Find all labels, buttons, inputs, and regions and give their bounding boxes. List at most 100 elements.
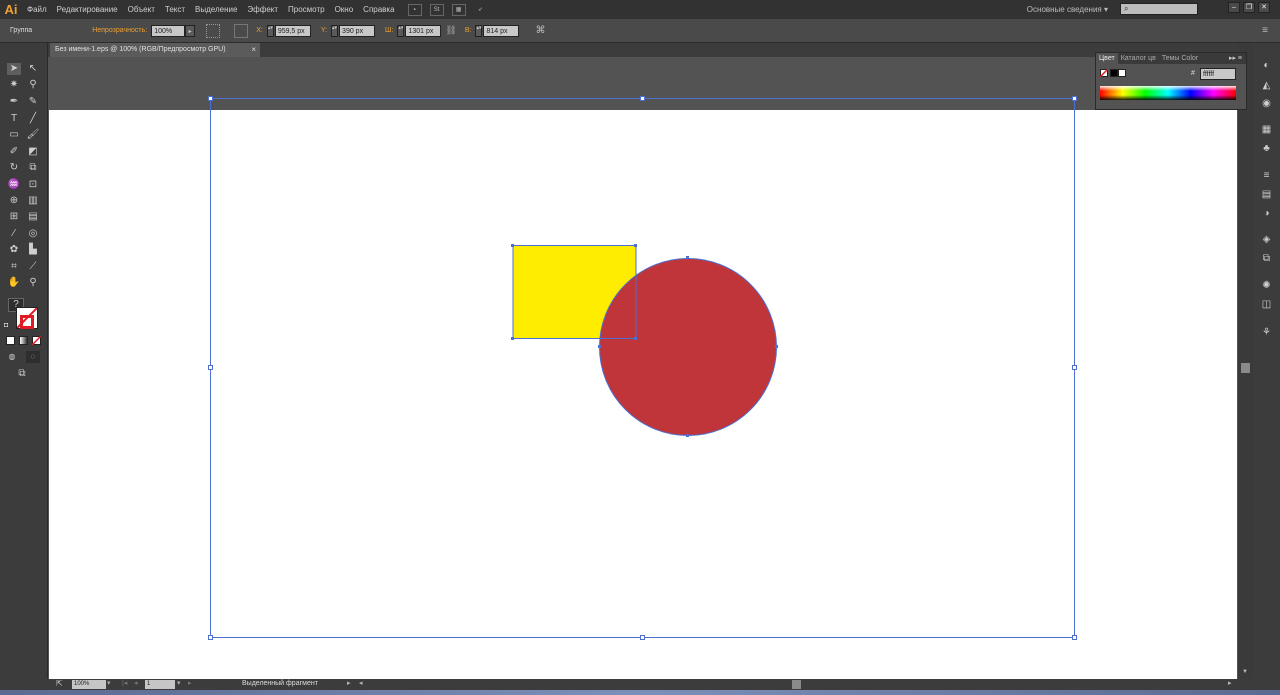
menu-effect[interactable]: Эффект <box>242 0 283 19</box>
pen-tool-icon[interactable]: ✒ <box>7 96 21 108</box>
artboards-icon[interactable]: ⧉ <box>1260 252 1273 265</box>
screen-mode-icon[interactable]: ⧉ <box>15 368 29 380</box>
align-icon[interactable] <box>234 23 249 38</box>
vertical-scroll-thumb[interactable] <box>1241 363 1250 373</box>
opacity-label[interactable]: Непрозрачность: <box>88 27 151 34</box>
y-stepper[interactable]: ▴▾ <box>331 24 339 37</box>
appearance-icon[interactable]: ✺ <box>1260 279 1273 292</box>
menu-edit[interactable]: Редактирование <box>52 0 123 19</box>
opacity-field[interactable]: 100% <box>151 24 186 37</box>
search-input[interactable]: ⌕ <box>1120 3 1198 15</box>
hex-field[interactable]: ffffff <box>1200 68 1236 80</box>
bridge-icon[interactable]: ▪ <box>407 3 422 16</box>
blend-tool-icon[interactable]: ◎ <box>26 228 40 240</box>
arrange-documents-icon[interactable]: ▦ <box>451 3 466 16</box>
color-panel-icon[interactable]: ◐ <box>1260 59 1273 72</box>
menu-window[interactable]: Окно <box>330 0 359 19</box>
none-mode-icon[interactable] <box>32 336 41 345</box>
recolor-artwork-icon[interactable]: ◉ <box>1260 97 1273 110</box>
default-colors-icon[interactable]: ◘ <box>4 322 8 329</box>
menu-view[interactable]: Просмотр <box>283 0 330 19</box>
artwork-layer[interactable] <box>48 57 1238 679</box>
perspective-grid-tool-icon[interactable]: ▥ <box>26 195 40 207</box>
width-field[interactable]: 1301 px <box>405 24 442 37</box>
maximize-button[interactable]: ❐ <box>1243 2 1255 13</box>
color-mode-icon[interactable] <box>6 336 15 345</box>
control-bar-menu-icon[interactable]: ≡ <box>1262 25 1268 36</box>
transparency-icon[interactable]: ◑ <box>1260 207 1273 220</box>
zoom-dropdown-icon[interactable]: ▾ <box>107 679 111 687</box>
width-stepper[interactable]: ▴▾ <box>397 24 405 37</box>
color-guide-icon[interactable]: ◭ <box>1260 79 1273 92</box>
page-dropdown-icon[interactable]: ▾ <box>177 679 181 687</box>
gradient-mode-icon[interactable] <box>19 336 28 345</box>
lasso-tool-icon[interactable]: ⚲ <box>26 79 40 91</box>
shaper-tool-icon[interactable]: ✐ <box>7 146 21 158</box>
line-tool-icon[interactable]: ╱ <box>26 113 40 125</box>
document-tab[interactable]: Без имени-1.eps @ 100% (RGB/Предпросмотр… <box>50 43 260 57</box>
menu-object[interactable]: Объект <box>123 0 160 19</box>
tab-color-guide[interactable]: Каталог цв <box>1118 53 1159 64</box>
free-transform-tool-icon[interactable]: ⊡ <box>26 179 40 191</box>
menu-text[interactable]: Текст <box>160 0 190 19</box>
status-menu-icon[interactable]: ▸ <box>347 679 351 687</box>
curvature-tool-icon[interactable]: ✎ <box>26 96 40 108</box>
panel-menu-icon[interactable]: ▸▸ ≡ <box>1225 53 1246 64</box>
warp-tool-icon[interactable]: ♒ <box>7 179 21 191</box>
scroll-left-icon[interactable]: ◂ <box>359 679 363 687</box>
menu-help[interactable]: Справка <box>358 0 399 19</box>
close-button[interactable]: ✕ <box>1258 2 1270 13</box>
close-icon[interactable]: × <box>251 43 256 57</box>
selection-tool-icon[interactable]: ➤ <box>7 63 21 75</box>
stock-icon[interactable]: St <box>429 3 444 16</box>
paintbrush-tool-icon[interactable]: 🖌 <box>26 129 40 141</box>
canvas[interactable] <box>48 57 1238 683</box>
first-artboard-icon[interactable]: |◂ <box>122 679 127 687</box>
height-field[interactable]: 814 px <box>483 24 520 37</box>
type-tool-icon[interactable]: T <box>7 113 21 125</box>
graphic-styles-icon[interactable]: ◫ <box>1260 298 1273 311</box>
horizontal-scroll-thumb[interactable] <box>792 680 801 689</box>
next-artboard-icon[interactable]: ▸ <box>188 679 192 687</box>
zoom-field[interactable]: 100% <box>72 680 106 689</box>
transform-icon[interactable]: ⌘ <box>533 24 547 38</box>
page-field[interactable]: 1 <box>145 680 175 689</box>
black-swatch[interactable] <box>1110 69 1118 77</box>
artboard-tool-icon[interactable]: ⌗ <box>7 261 21 273</box>
recolor-icon[interactable] <box>206 23 221 38</box>
x-field[interactable]: 959,5 px <box>274 24 311 37</box>
eyedropper-tool-icon[interactable]: ⁄ <box>7 228 21 240</box>
fill-none-swatch[interactable] <box>1100 69 1108 77</box>
tab-color-themes[interactable]: Темы Color <box>1159 53 1201 64</box>
eraser-tool-icon[interactable]: ◩ <box>26 146 40 158</box>
y-field[interactable]: 390 px <box>339 24 376 37</box>
direct-selection-tool-icon[interactable]: ↖ <box>26 63 40 75</box>
tab-color[interactable]: Цвет <box>1096 53 1118 64</box>
red-circle[interactable] <box>599 258 777 436</box>
menu-select[interactable]: Выделение <box>190 0 242 19</box>
layers-icon[interactable]: ◈ <box>1260 233 1273 246</box>
shape-builder-tool-icon[interactable]: ⊕ <box>7 195 21 207</box>
stroke-panel-icon[interactable]: ≡ <box>1260 169 1273 182</box>
white-swatch[interactable] <box>1118 69 1126 77</box>
draw-inside-icon[interactable]: ◌ <box>26 351 40 363</box>
minimize-button[interactable]: – <box>1228 2 1240 13</box>
symbols-icon[interactable]: ♣ <box>1260 142 1273 155</box>
height-stepper[interactable]: ▴▾ <box>475 24 483 37</box>
x-stepper[interactable]: ▴▾ <box>266 24 274 37</box>
mesh-tool-icon[interactable]: ⊞ <box>7 211 21 223</box>
gradient-tool-icon[interactable]: ▤ <box>26 211 40 223</box>
scale-tool-icon[interactable]: ⧉ <box>26 162 40 174</box>
gpu-rocket-icon[interactable]: ➶ <box>474 4 488 16</box>
link-icon[interactable]: ⛓ <box>445 25 456 36</box>
swatches-icon[interactable]: ▦ <box>1260 123 1273 136</box>
scroll-right-icon[interactable]: ▸ <box>1228 679 1232 687</box>
menu-file[interactable]: Файл <box>22 0 52 19</box>
artboard-nav-icon[interactable]: ⇱ <box>56 679 63 688</box>
brushes-icon[interactable]: ⚘ <box>1260 326 1273 339</box>
hand-tool-icon[interactable]: ✋ <box>7 277 21 289</box>
stroke-swatch[interactable] <box>20 315 34 329</box>
slice-tool-icon[interactable]: ⟋ <box>26 261 40 273</box>
opacity-flyout-icon[interactable]: ▸ <box>185 24 196 37</box>
magic-wand-tool-icon[interactable]: ✷ <box>7 79 21 91</box>
